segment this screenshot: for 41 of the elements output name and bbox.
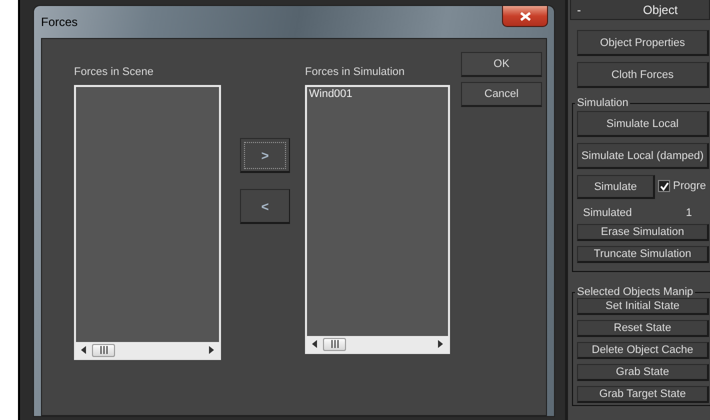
simulation-forces-list[interactable]: Wind001: [305, 85, 450, 354]
scroll-left-icon[interactable]: [81, 346, 86, 354]
move-button[interactable]: <: [240, 189, 290, 224]
collapse-glyph[interactable]: -: [577, 2, 597, 16]
panel-button[interactable]: Simulate Local: [577, 111, 709, 137]
horizontal-scrollbar[interactable]: [307, 336, 448, 352]
panel-button[interactable]: Delete Object Cache: [577, 342, 709, 359]
move-button[interactable]: >: [240, 138, 290, 173]
panel-button[interactable]: Set Initial State: [577, 298, 709, 315]
readout-value: 1: [686, 207, 692, 219]
panel-button[interactable]: Reset State: [577, 320, 709, 337]
dialog-button[interactable]: OK: [461, 52, 542, 77]
scene-forces-list[interactable]: [74, 85, 221, 360]
checkbox[interactable]: [658, 180, 670, 192]
panel-button[interactable]: Simulate Local (damped): [577, 143, 709, 169]
scroll-right-icon[interactable]: [209, 346, 214, 354]
checkbox-label: Progre: [673, 180, 706, 192]
panel-button[interactable]: Grab Target State: [577, 386, 709, 403]
list-label: Forces in Scene: [74, 66, 154, 79]
panel-button[interactable]: Simulate: [577, 175, 655, 199]
dialog-button[interactable]: Cancel: [461, 82, 542, 107]
scroll-left-icon[interactable]: [312, 340, 317, 348]
scroll-right-icon[interactable]: [438, 340, 443, 348]
group-title: Selected Objects Manip: [576, 286, 694, 298]
close-icon: [520, 12, 530, 20]
window-title: Forces: [41, 15, 78, 29]
panel-button[interactable]: Grab State: [577, 364, 709, 381]
rollout-title: Object: [643, 2, 678, 16]
group-title: Simulation: [576, 97, 630, 109]
panel-button[interactable]: Erase Simulation: [577, 224, 709, 241]
close-button[interactable]: [502, 6, 548, 27]
scrollbar-thumb[interactable]: [323, 338, 346, 350]
rollout-header[interactable]: - Object: [570, 0, 710, 20]
list-item[interactable]: Wind001: [308, 88, 447, 100]
horizontal-scrollbar[interactable]: [76, 342, 219, 358]
panel-button[interactable]: Truncate Simulation: [577, 246, 709, 263]
panel-button[interactable]: Cloth Forces: [577, 62, 709, 88]
panel-button[interactable]: Object Properties: [577, 30, 709, 56]
scrollbar-thumb[interactable]: [92, 344, 115, 356]
list-label: Forces in Simulation: [305, 66, 406, 79]
readout-label: Simulated: [583, 207, 632, 219]
